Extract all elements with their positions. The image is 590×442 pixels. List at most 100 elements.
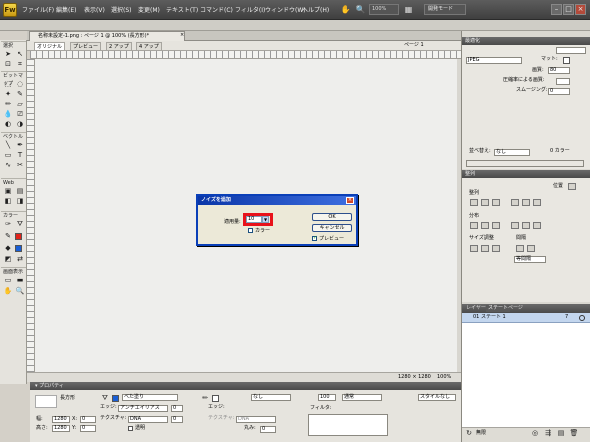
optimize-settings-select[interactable]: [556, 47, 586, 54]
maximize-icon[interactable]: □: [563, 4, 574, 15]
transparent-checkbox[interactable]: [128, 426, 133, 431]
fill-edge-select[interactable]: アンチエイリアス: [118, 405, 168, 412]
match-width-icon[interactable]: [470, 245, 478, 252]
subselect-tool-icon[interactable]: ↖: [15, 50, 25, 59]
magic-wand-tool-icon[interactable]: ✦: [3, 90, 13, 99]
swap-colors-icon[interactable]: ⇄: [15, 255, 25, 264]
pen-tool-icon[interactable]: ✒: [15, 141, 25, 150]
fill-swatch[interactable]: [112, 395, 119, 402]
export-format-select[interactable]: JPEG: [466, 57, 522, 64]
menu-view[interactable]: 表示(V): [84, 5, 105, 14]
align-left-icon[interactable]: [470, 199, 478, 206]
workspace-mode-select[interactable]: 開発モード: [424, 4, 466, 15]
menu-filters[interactable]: フィルタ(I): [235, 5, 265, 14]
zoom-select[interactable]: 100%: [369, 4, 399, 15]
height-input[interactable]: 1280: [52, 425, 70, 432]
zoom-readout[interactable]: 100%: [437, 373, 451, 381]
state-visibility-icon[interactable]: [579, 315, 585, 321]
hotspot-tool-icon[interactable]: ▣: [3, 187, 13, 196]
rectangle-tool-icon[interactable]: ▭: [3, 151, 13, 160]
menu-modify[interactable]: 変更(M): [138, 5, 160, 14]
knife-tool-icon[interactable]: ✂: [15, 161, 25, 170]
cancel-button[interactable]: キャンセル: [312, 224, 352, 232]
distribute-bottom-icon[interactable]: [533, 222, 541, 229]
hand-tool-icon[interactable]: ✋: [3, 287, 13, 296]
onion-skin-icon[interactable]: ◎: [530, 429, 540, 438]
quality-input[interactable]: 80: [548, 67, 570, 74]
menu-help[interactable]: ヘルプ(H): [302, 5, 329, 14]
paint-bucket-tool-icon[interactable]: ⛛: [15, 220, 25, 229]
sort-select[interactable]: なし: [494, 149, 530, 156]
tab-preview[interactable]: プレビュー: [70, 42, 102, 51]
fill-color-icon[interactable]: ◆: [3, 244, 13, 253]
tab-2up[interactable]: 2 アップ: [106, 42, 132, 51]
eyedropper-tool-icon[interactable]: ✑: [3, 220, 13, 229]
tab-4up[interactable]: 4 アップ: [136, 42, 162, 51]
menu-commands[interactable]: コマンド(C): [200, 5, 233, 14]
zoom-tool-icon[interactable]: 🔍: [15, 287, 25, 296]
freeform-tool-icon[interactable]: ∿: [3, 161, 13, 170]
full-screen-icon[interactable]: ▬: [15, 276, 25, 285]
show-slices-icon[interactable]: ◨: [15, 197, 25, 206]
line-tool-icon[interactable]: ╲: [3, 141, 13, 150]
y-input[interactable]: 0: [80, 425, 96, 432]
hand-icon[interactable]: ✋: [340, 4, 351, 15]
states-list[interactable]: [462, 323, 590, 427]
tab-pages[interactable]: ページ: [506, 305, 525, 312]
dialog-close-icon[interactable]: ×: [346, 197, 354, 204]
x-input[interactable]: 0: [80, 416, 96, 423]
distribute-top-icon[interactable]: [511, 222, 519, 229]
stamp-tool-icon[interactable]: ⎚: [15, 110, 25, 119]
amount-input[interactable]: 10: [246, 216, 262, 223]
marquee-tool-icon[interactable]: ⬚: [3, 80, 13, 89]
ok-button[interactable]: OK: [312, 213, 352, 221]
fill-texture-select[interactable]: DNA: [128, 416, 168, 423]
fill-texture-input[interactable]: 0: [171, 416, 183, 423]
menu-file[interactable]: ファイル(F): [22, 5, 54, 14]
crop-tool-icon[interactable]: ⌗: [15, 60, 25, 69]
minimize-icon[interactable]: –: [551, 4, 562, 15]
align-middle-icon[interactable]: [522, 199, 530, 206]
distribute-center-icon[interactable]: [481, 222, 489, 229]
matte-swatch[interactable]: [563, 57, 570, 64]
stroke-color-icon[interactable]: ✎: [3, 232, 13, 241]
match-height-icon[interactable]: [481, 245, 489, 252]
tab-original[interactable]: オリジナル: [34, 42, 66, 51]
preview-checkbox[interactable]: ✓: [312, 236, 317, 241]
close-icon[interactable]: ×: [575, 4, 586, 15]
delete-state-icon[interactable]: 🗑: [569, 429, 579, 438]
pointer-tool-icon[interactable]: ➤: [3, 50, 13, 59]
menu-edit[interactable]: 編集(E): [56, 5, 76, 14]
blur-tool-icon[interactable]: 💧: [3, 110, 13, 119]
align-bottom-icon[interactable]: [533, 199, 541, 206]
space-horizontal-icon[interactable]: [516, 245, 524, 252]
align-top-icon[interactable]: [511, 199, 519, 206]
menu-text[interactable]: テキスト(T): [166, 5, 198, 14]
standard-screen-icon[interactable]: ▭: [3, 276, 13, 285]
text-tool-icon[interactable]: T: [15, 151, 25, 160]
loop-icon[interactable]: ↻: [464, 429, 474, 438]
new-state-icon[interactable]: ▤: [556, 429, 566, 438]
distribute-right-icon[interactable]: [492, 222, 500, 229]
position-anchor-icon[interactable]: [568, 183, 576, 190]
document-tab[interactable]: 名称未設定-1.png : ページ 1 @ 100% (長方形)*: [29, 31, 185, 41]
brush-tool-icon[interactable]: ✎: [15, 90, 25, 99]
eraser-tool-icon[interactable]: ▱: [15, 100, 25, 109]
spacing-select[interactable]: 等間隔: [514, 256, 546, 263]
properties-header[interactable]: ▾ プロパティ: [30, 382, 461, 390]
match-both-icon[interactable]: [492, 245, 500, 252]
blend-mode-select[interactable]: 通常: [342, 394, 382, 401]
fill-edge-input[interactable]: 0: [171, 405, 183, 412]
hide-slices-icon[interactable]: ◧: [3, 197, 13, 206]
style-select[interactable]: スタイルなし: [418, 394, 456, 401]
align-center-icon[interactable]: [481, 199, 489, 206]
lasso-tool-icon[interactable]: ◌: [15, 80, 25, 89]
menu-window[interactable]: ウィンドウ(W): [265, 5, 306, 14]
roundness-input[interactable]: 0: [260, 426, 276, 433]
align-panel-header[interactable]: 整列: [462, 170, 590, 178]
distribute-middle-icon[interactable]: [522, 222, 530, 229]
align-right-icon[interactable]: [492, 199, 500, 206]
distribute-left-icon[interactable]: [470, 222, 478, 229]
pencil-tool-icon[interactable]: ✏: [3, 100, 13, 109]
zoom-icon[interactable]: 🔍: [355, 4, 366, 15]
